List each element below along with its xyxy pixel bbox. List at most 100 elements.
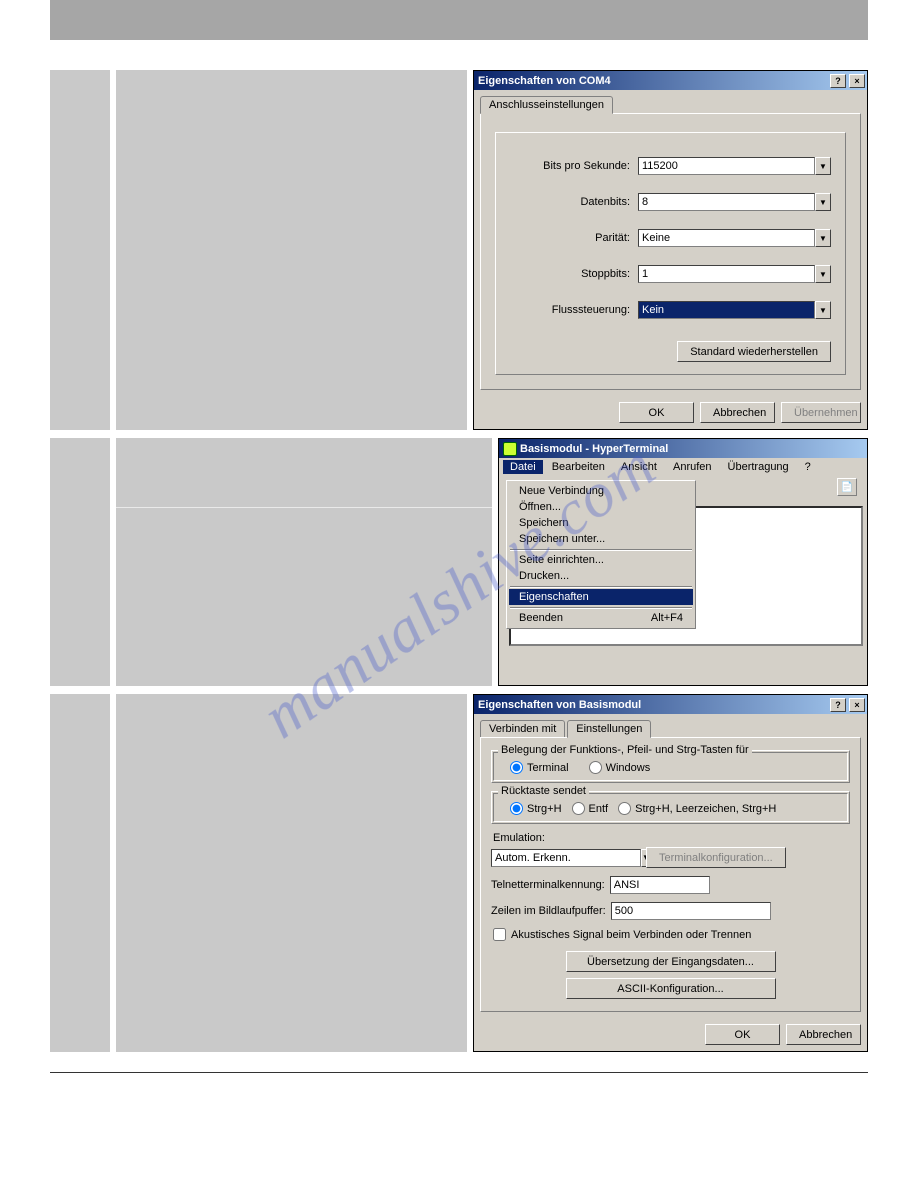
stopbits-label: Stoppbits:: [500, 268, 630, 280]
screenshot-cell-2: Basismodul - HyperTerminal Datei Bearbei…: [498, 438, 868, 686]
sound-checkbox[interactable]: [493, 928, 506, 941]
menu-separator: [510, 586, 692, 587]
sound-checkbox-row[interactable]: Akustisches Signal beim Verbinden oder T…: [493, 928, 850, 941]
telnet-label: Telnetterminalkennung:: [491, 879, 605, 891]
com4-properties-dialog: Eigenschaften von COM4 ? × Anschlusseins…: [473, 70, 868, 430]
hyperterminal-title-text: Basismodul - HyperTerminal: [520, 443, 865, 455]
cancel-button[interactable]: Abbrechen: [786, 1024, 861, 1045]
group-backspace: Rücktaste sendet Strg+H Entf Strg+H, Lee…: [491, 791, 850, 824]
dropdown-icon[interactable]: ▼: [815, 265, 831, 283]
emulation-value[interactable]: [491, 849, 641, 867]
row-3: Eigenschaften von Basismodul ? × Verbind…: [50, 694, 868, 1052]
tab-connection-settings[interactable]: Anschlusseinstellungen: [480, 96, 613, 114]
ascii-config-button[interactable]: ASCII-Konfiguration...: [566, 978, 776, 999]
row-2: Basismodul - HyperTerminal Datei Bearbei…: [50, 438, 868, 686]
flowcontrol-value[interactable]: [638, 301, 815, 319]
menu-separator: [510, 549, 692, 550]
screenshot-cell-3: Eigenschaften von Basismodul ? × Verbind…: [473, 694, 868, 1052]
tab-settings[interactable]: Einstellungen: [567, 720, 651, 738]
basismodul-properties-dialog: Eigenschaften von Basismodul ? × Verbind…: [473, 694, 868, 1052]
step-number-cell-1: [50, 70, 110, 430]
menu-item-save[interactable]: Speichern: [509, 515, 693, 531]
buffer-value[interactable]: [611, 902, 771, 920]
parity-label: Parität:: [500, 232, 630, 244]
datei-dropdown-menu: Neue Verbindung Öffnen... Speichern Spei…: [506, 480, 696, 629]
apply-button[interactable]: Übernehmen: [781, 402, 861, 423]
step-number-cell-2: [50, 438, 110, 686]
menu-item-properties[interactable]: Eigenschaften: [509, 589, 693, 605]
radio-entf[interactable]: Entf: [572, 802, 609, 815]
help-button[interactable]: ?: [830, 698, 846, 712]
dropdown-icon[interactable]: ▼: [815, 193, 831, 211]
group-keys: Belegung der Funktions-, Pfeil- und Strg…: [491, 750, 850, 783]
bps-value[interactable]: [638, 157, 815, 175]
step-text-cell-2: [116, 438, 492, 686]
radio-terminal[interactable]: Terminal: [510, 761, 569, 774]
sound-checkbox-label: Akustisches Signal beim Verbinden oder T…: [511, 929, 751, 941]
footer-rule: [50, 1072, 868, 1073]
dropdown-icon[interactable]: ▼: [815, 229, 831, 247]
menu-ansicht[interactable]: Ansicht: [614, 460, 664, 474]
emulation-label: Emulation:: [493, 832, 850, 844]
group-keys-legend: Belegung der Funktions-, Pfeil- und Strg…: [498, 744, 752, 756]
menu-anrufen[interactable]: Anrufen: [666, 460, 719, 474]
hyperterminal-window: Basismodul - HyperTerminal Datei Bearbei…: [498, 438, 868, 686]
menubar: Datei Bearbeiten Ansicht Anrufen Übertra…: [499, 458, 867, 476]
close-button[interactable]: ×: [849, 698, 865, 712]
toolbar-icon[interactable]: 📄: [837, 478, 857, 496]
bps-combo[interactable]: ▼: [638, 157, 831, 175]
help-button[interactable]: ?: [830, 74, 846, 88]
flowcontrol-combo[interactable]: ▼: [638, 301, 831, 319]
menu-item-pagesetup[interactable]: Seite einrichten...: [509, 552, 693, 568]
com4-titlebar: Eigenschaften von COM4 ? ×: [474, 71, 867, 90]
menu-separator: [510, 607, 692, 608]
header-bar: [50, 0, 868, 40]
basismodul-titlebar: Eigenschaften von Basismodul ? ×: [474, 695, 867, 714]
translate-input-button[interactable]: Übersetzung der Eingangsdaten...: [566, 951, 776, 972]
menu-item-open[interactable]: Öffnen...: [509, 499, 693, 515]
tab-connect-with[interactable]: Verbinden mit: [480, 720, 565, 737]
parity-value[interactable]: [638, 229, 815, 247]
bps-label: Bits pro Sekunde:: [500, 160, 630, 172]
restore-defaults-button[interactable]: Standard wiederherstellen: [677, 341, 831, 362]
app-icon: [503, 442, 517, 456]
menu-help[interactable]: ?: [798, 460, 818, 474]
ok-button[interactable]: OK: [705, 1024, 780, 1045]
basismodul-title-text: Eigenschaften von Basismodul: [478, 699, 827, 711]
menu-item-saveas[interactable]: Speichern unter...: [509, 531, 693, 547]
parity-combo[interactable]: ▼: [638, 229, 831, 247]
screenshot-cell-1: Eigenschaften von COM4 ? × Anschlusseins…: [473, 70, 868, 430]
stopbits-value[interactable]: [638, 265, 815, 283]
menu-item-print[interactable]: Drucken...: [509, 568, 693, 584]
group-backspace-legend: Rücktaste sendet: [498, 785, 589, 797]
step-text-cell-1: [116, 70, 467, 430]
menu-uebertragung[interactable]: Übertragung: [721, 460, 796, 474]
row-1: Eigenschaften von COM4 ? × Anschlusseins…: [50, 70, 868, 430]
menu-item-exit[interactable]: BeendenAlt+F4: [509, 610, 693, 626]
databits-value[interactable]: [638, 193, 815, 211]
radio-windows[interactable]: Windows: [589, 761, 651, 774]
hyperterminal-titlebar: Basismodul - HyperTerminal: [499, 439, 867, 458]
databits-label: Datenbits:: [500, 196, 630, 208]
ok-button[interactable]: OK: [619, 402, 694, 423]
cancel-button[interactable]: Abbrechen: [700, 402, 775, 423]
menu-datei[interactable]: Datei: [503, 460, 543, 474]
com4-title-text: Eigenschaften von COM4: [478, 75, 827, 87]
buffer-label: Zeilen im Bildlaufpuffer:: [491, 905, 606, 917]
step-text-cell-3: [116, 694, 467, 1052]
menu-item-new[interactable]: Neue Verbindung: [509, 483, 693, 499]
emulation-combo[interactable]: ▼: [491, 849, 641, 867]
close-button[interactable]: ×: [849, 74, 865, 88]
dropdown-icon[interactable]: ▼: [815, 157, 831, 175]
page-container: Eigenschaften von COM4 ? × Anschlusseins…: [0, 0, 918, 1113]
terminal-config-button[interactable]: Terminalkonfiguration...: [646, 847, 786, 868]
radio-strgh[interactable]: Strg+H: [510, 802, 562, 815]
flowcontrol-label: Flusssteuerung:: [500, 304, 630, 316]
step-number-cell-3: [50, 694, 110, 1052]
stopbits-combo[interactable]: ▼: [638, 265, 831, 283]
menu-bearbeiten[interactable]: Bearbeiten: [545, 460, 612, 474]
telnet-value[interactable]: [610, 876, 710, 894]
radio-strgh-space[interactable]: Strg+H, Leerzeichen, Strg+H: [618, 802, 776, 815]
databits-combo[interactable]: ▼: [638, 193, 831, 211]
dropdown-icon[interactable]: ▼: [815, 301, 831, 319]
